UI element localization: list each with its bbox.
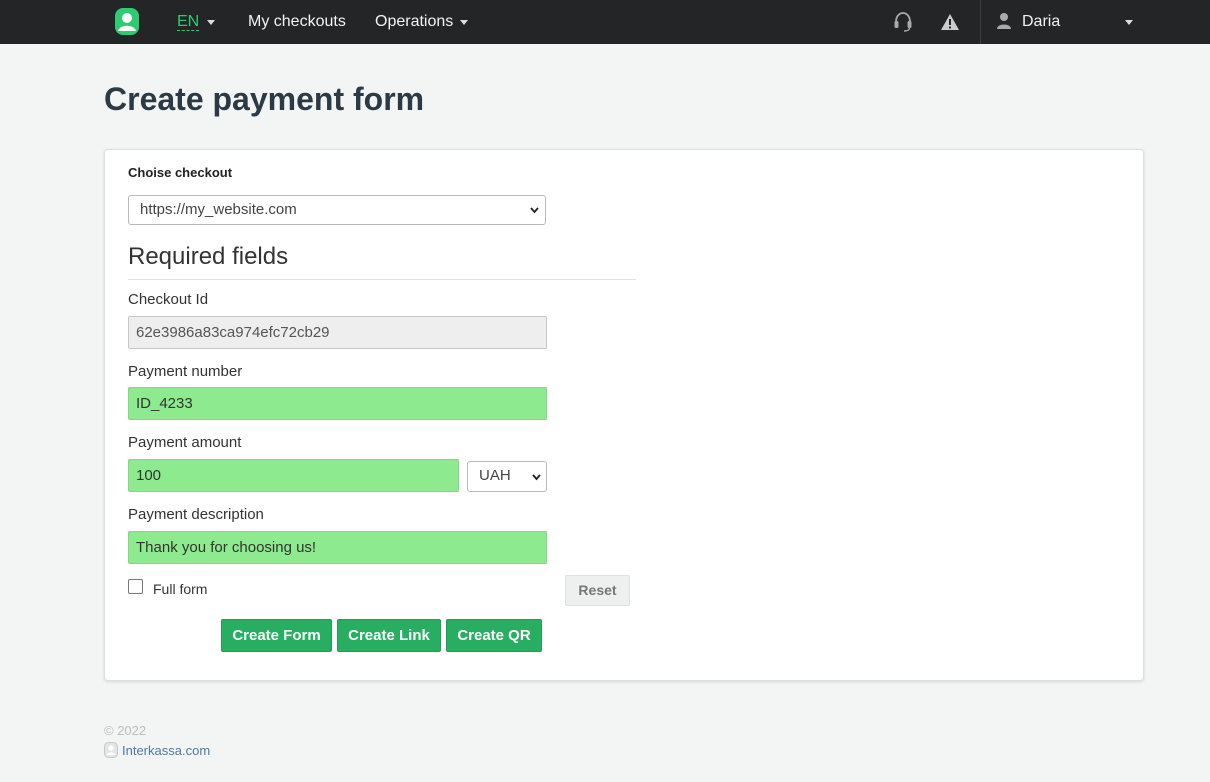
page-title: Create payment form (104, 81, 425, 117)
interkassa-small-icon (104, 742, 118, 758)
currency-select-value: UAH (479, 467, 511, 484)
chevron-down-icon[interactable] (1125, 20, 1133, 25)
chevron-down-icon (532, 474, 541, 481)
nav-operations[interactable]: Operations (375, 13, 453, 30)
warning-icon[interactable] (940, 12, 960, 32)
create-link-button[interactable]: Create Link (337, 619, 441, 652)
currency-select[interactable]: UAH (467, 461, 547, 492)
reset-button[interactable]: Reset (565, 575, 630, 606)
payment-description-field[interactable]: Thank you for choosing us! (128, 531, 547, 564)
payment-number-field[interactable]: ID_4233 (128, 387, 547, 420)
chevron-down-icon (530, 207, 539, 214)
nav-divider (980, 0, 981, 44)
headset-icon[interactable] (893, 11, 913, 33)
user-icon (997, 13, 1011, 29)
nav-my-checkouts[interactable]: My checkouts (248, 13, 346, 30)
payment-amount-field[interactable]: 100 (128, 459, 459, 492)
language-selector[interactable]: EN (177, 13, 200, 31)
payment-form-panel: Choise checkout https://my_website.com R… (104, 149, 1144, 681)
top-navbar: EN My checkouts Operations Daria (0, 0, 1210, 44)
payment-description-label: Payment description (128, 506, 264, 523)
chevron-down-icon[interactable] (460, 20, 468, 25)
checkout-select[interactable]: https://my_website.com (128, 195, 546, 225)
payment-number-label: Payment number (128, 363, 243, 380)
full-form-label[interactable]: Full form (153, 581, 207, 597)
interkassa-logo-icon[interactable] (113, 7, 141, 37)
footer-copyright: © 2022 (104, 723, 147, 738)
checkout-select-value: https://my_website.com (140, 201, 297, 218)
create-form-button[interactable]: Create Form (221, 619, 332, 652)
full-form-checkbox[interactable] (128, 579, 143, 594)
checkout-select-label: Choise checkout (128, 165, 233, 180)
footer-site-link[interactable]: Interkassa.com (122, 743, 210, 758)
create-qr-button[interactable]: Create QR (446, 619, 542, 652)
section-divider (128, 279, 636, 280)
checkout-id-label: Checkout Id (128, 291, 209, 308)
chevron-down-icon[interactable] (207, 20, 215, 25)
required-fields-heading: Required fields (128, 243, 289, 270)
user-menu[interactable]: Daria (1022, 13, 1060, 30)
payment-amount-label: Payment amount (128, 434, 242, 451)
checkout-id-field[interactable]: 62e3986a83ca974efc72cb29 (128, 316, 547, 349)
